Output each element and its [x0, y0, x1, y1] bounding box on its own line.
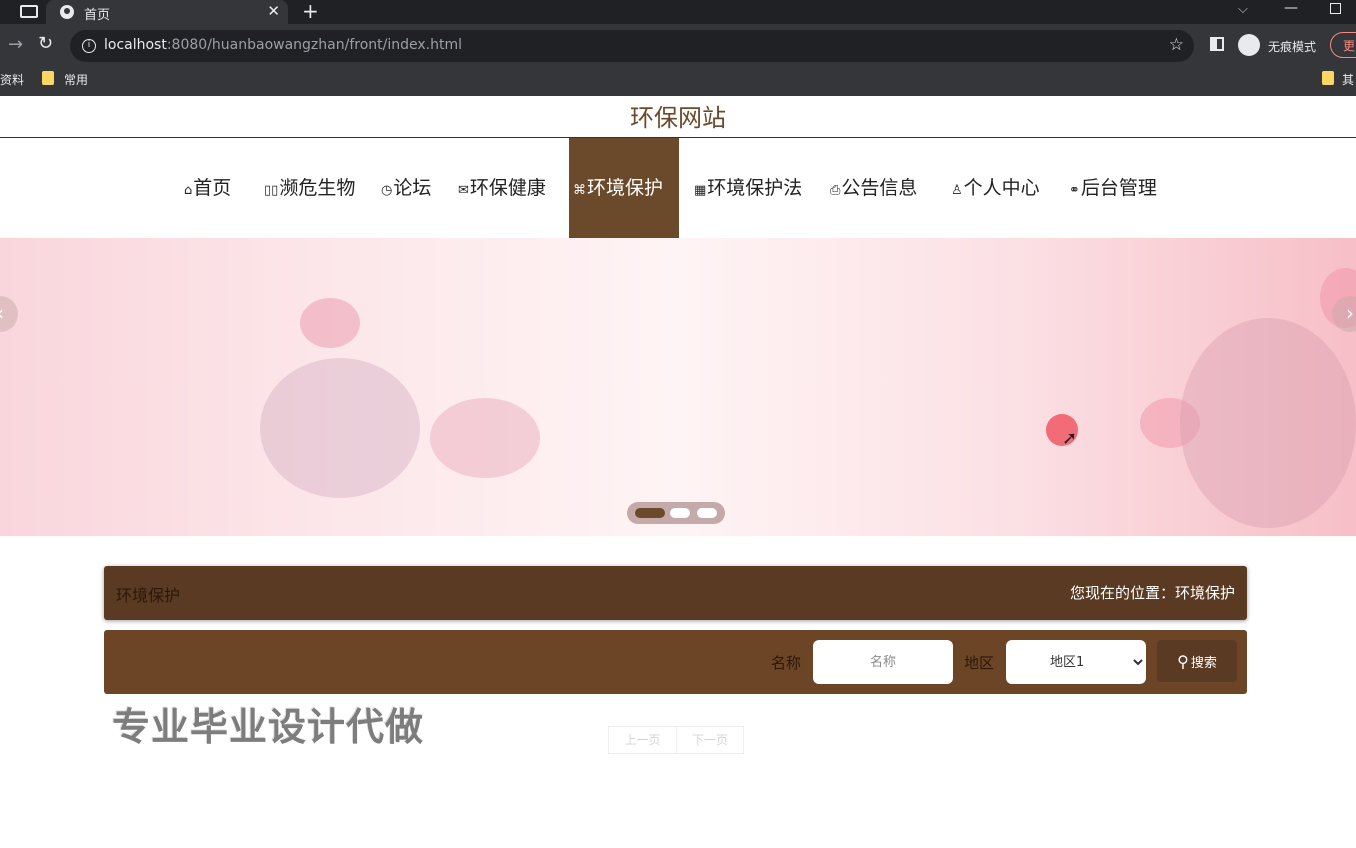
- carousel-dot[interactable]: [670, 508, 690, 518]
- nav-item-home[interactable]: ⌂首页: [184, 138, 231, 238]
- nav-label: 首页: [193, 177, 232, 199]
- restore-icon[interactable]: [1330, 3, 1341, 14]
- nav-item-forum[interactable]: ◷论坛: [381, 138, 431, 238]
- carousel-prev-button[interactable]: ‹: [0, 296, 18, 332]
- close-tab-icon[interactable]: ✕: [267, 2, 280, 20]
- minimize-icon[interactable]: —: [1284, 0, 1298, 16]
- grid-icon: ▦: [694, 183, 707, 198]
- carousel-dot-active[interactable]: [635, 508, 665, 518]
- carousel-banner[interactable]: ‹ › ➚: [0, 238, 1356, 536]
- reload-icon[interactable]: ↻: [38, 33, 53, 54]
- carousel-dot[interactable]: [697, 508, 717, 518]
- mouse-pointer-icon: ➚: [1062, 428, 1078, 449]
- bookmark-item[interactable]: 其: [1342, 71, 1354, 88]
- nav-item-notice[interactable]: ⎙公告信息: [830, 138, 917, 238]
- breadcrumb: 您现在的位置：环境保护: [1069, 584, 1235, 602]
- nav-label: 公告信息: [841, 177, 918, 199]
- butterfly-wing: [300, 298, 360, 348]
- columns-icon: ▯▯: [264, 183, 279, 198]
- butterfly-wing: [260, 358, 420, 498]
- folder-icon: [42, 71, 54, 85]
- search-button-label: 搜索: [1190, 655, 1217, 671]
- site-title: 环保网站: [630, 104, 726, 132]
- update-button[interactable]: 更: [1330, 32, 1356, 58]
- page: 环保网站 ⌂首页 ▯▯濒危生物 ◷论坛 ✉环保健康 ⌘环境保护 ▦环境保护法 ⎙…: [0, 96, 1356, 848]
- url-text[interactable]: localhost:8080/huanbaowangzhan/front/ind…: [104, 37, 462, 53]
- browser-tab[interactable]: 首页 ✕: [46, 0, 288, 24]
- new-tab-button[interactable]: +: [302, 0, 319, 22]
- side-panel-icon[interactable]: [1210, 37, 1224, 51]
- info-icon[interactable]: i: [82, 39, 96, 53]
- home-icon: ⌂: [184, 183, 193, 198]
- site-header: 环保网站: [0, 96, 1356, 138]
- search-bar: 名称 地区 地区1 ⚲搜索: [104, 630, 1247, 694]
- globe-icon: [60, 5, 74, 19]
- search-button[interactable]: ⚲ 搜索: [1157, 640, 1237, 682]
- tab-search-icon[interactable]: ⌵: [1238, 2, 1248, 17]
- name-search-input[interactable]: [813, 640, 953, 684]
- search-icon: ⚲: [1177, 651, 1189, 671]
- window-icon[interactable]: [20, 5, 38, 18]
- name-label: 名称: [771, 654, 802, 672]
- region-label: 地区: [964, 654, 995, 672]
- bookmark-item[interactable]: 资料: [0, 71, 24, 88]
- printer-icon: ⎙: [830, 183, 841, 198]
- nav-item-environment[interactable]: ⌘环境保护: [569, 138, 679, 238]
- nav-item-admin[interactable]: ⚭后台管理: [1069, 138, 1157, 238]
- nav-label: 论坛: [393, 177, 432, 199]
- nav-item-law[interactable]: ▦环境保护法: [694, 138, 802, 238]
- incognito-icon: [1238, 34, 1260, 56]
- butterfly-wing: [430, 398, 540, 478]
- bookmark-item[interactable]: 常用: [64, 71, 88, 88]
- region-select[interactable]: 地区1: [1006, 640, 1146, 684]
- address-bar[interactable]: i localhost:8080/huanbaowangzhan/front/i…: [70, 30, 1194, 62]
- mail-icon: ✉: [458, 183, 469, 198]
- section-header: 环境保护 您现在的位置：环境保护: [104, 566, 1247, 620]
- folder-icon: [1322, 71, 1334, 85]
- nav-label: 后台管理: [1080, 177, 1157, 199]
- nav-label: 环境保护: [587, 177, 664, 199]
- nav-item-profile[interactable]: ♙个人中心: [951, 138, 1040, 238]
- url-path: :8080/huanbaowangzhan/front/index.html: [166, 37, 462, 53]
- link-icon: ⚭: [1069, 183, 1080, 198]
- browser-tab-bar: 首页 ✕ + ⌵ —: [0, 0, 1356, 24]
- nav-label: 濒危生物: [279, 177, 356, 199]
- forward-icon[interactable]: →: [8, 34, 23, 55]
- prev-page-button[interactable]: 上一页: [609, 727, 676, 753]
- browser-toolbar: → ↻ i localhost:8080/huanbaowangzhan/fro…: [0, 24, 1356, 68]
- nav-item-endangered[interactable]: ▯▯濒危生物: [264, 138, 355, 238]
- nav-label: 环境保护法: [707, 177, 803, 199]
- carousel-indicators: [627, 502, 725, 524]
- user-icon: ♙: [951, 183, 963, 198]
- main-nav: ⌂首页 ▯▯濒危生物 ◷论坛 ✉环保健康 ⌘环境保护 ▦环境保护法 ⎙公告信息 …: [0, 138, 1356, 238]
- pagination: 上一页 下一页: [608, 726, 744, 754]
- carousel-next-button[interactable]: ›: [1332, 296, 1356, 332]
- butterfly-wing: [1180, 318, 1356, 528]
- nav-label: 个人中心: [963, 177, 1040, 199]
- next-page-button[interactable]: 下一页: [676, 727, 743, 753]
- nav-item-health[interactable]: ✉环保健康: [458, 138, 546, 238]
- bookmark-star-icon[interactable]: ☆: [1169, 35, 1184, 55]
- clock-icon: ◷: [381, 183, 393, 198]
- url-host: localhost: [104, 37, 167, 53]
- tab-title: 首页: [84, 8, 111, 23]
- nav-label: 环保健康: [469, 177, 546, 199]
- bookmarks-bar: 资料 常用 其: [0, 68, 1356, 96]
- tag-icon: ⌘: [573, 183, 586, 198]
- watermark-text: 专业毕业设计代做: [112, 705, 425, 749]
- section-title: 环境保护: [116, 586, 181, 605]
- incognito-label: 无痕模式: [1268, 40, 1317, 54]
